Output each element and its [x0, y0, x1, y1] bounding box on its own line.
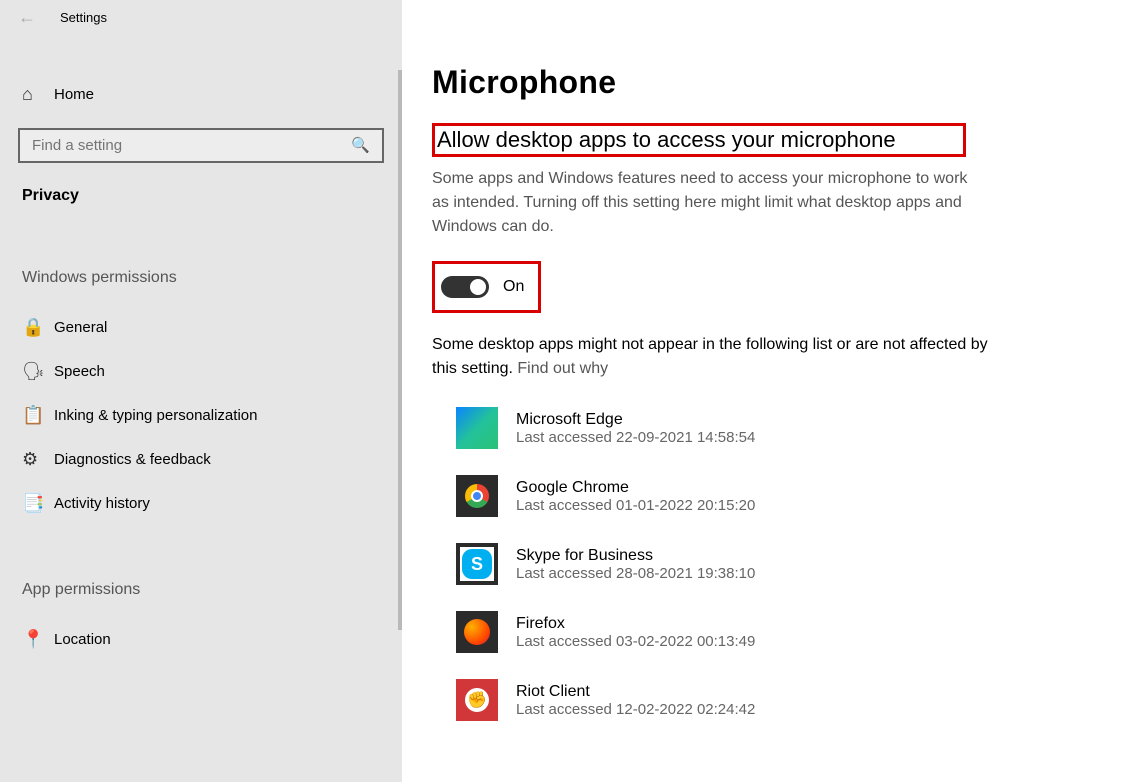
app-icon	[456, 611, 498, 653]
note-text: Some desktop apps might not appear in th…	[432, 333, 992, 381]
inking-icon: 📋	[22, 405, 54, 426]
history-icon: 📑	[22, 493, 54, 514]
list-item: ✊ Riot ClientLast accessed 12-02-2022 02:…	[456, 679, 1101, 721]
app-name: Firefox	[516, 615, 755, 633]
sidebar-item-label: Speech	[54, 363, 105, 380]
main-panel: Microphone Allow desktop apps to access …	[402, 0, 1131, 782]
sidebar-item-activity-history[interactable]: 📑Activity history	[0, 481, 402, 525]
diagnostics-icon: ⚙	[22, 449, 54, 470]
sidebar-item-label: Activity history	[54, 495, 150, 512]
list-item: S Skype for BusinessLast accessed 28-08-2…	[456, 543, 1101, 585]
sidebar-current: Privacy	[0, 167, 402, 213]
titlebar: ← Settings	[0, 0, 402, 34]
location-icon: 📍	[22, 629, 54, 650]
sidebar: ← Settings ⌂ Home 🔍 Privacy Windows perm…	[0, 0, 402, 782]
app-name: Skype for Business	[516, 547, 755, 565]
sub-heading: Allow desktop apps to access your microp…	[435, 126, 963, 154]
list-item: Microsoft EdgeLast accessed 22-09-2021 1…	[456, 407, 1101, 449]
search-input[interactable]	[18, 128, 384, 163]
scrollbar[interactable]	[398, 70, 402, 630]
sidebar-section-app-permissions: App permissions	[0, 525, 402, 617]
note-body: Some desktop apps might not appear in th…	[432, 336, 988, 377]
app-name: Google Chrome	[516, 479, 755, 497]
app-last-accessed: Last accessed 03-02-2022 00:13:49	[516, 633, 755, 650]
sidebar-section-windows-permissions: Windows permissions	[0, 213, 402, 305]
app-last-accessed: Last accessed 28-08-2021 19:38:10	[516, 565, 755, 582]
app-last-accessed: Last accessed 12-02-2022 02:24:42	[516, 701, 755, 718]
window-title: Settings	[60, 10, 107, 25]
list-item: FirefoxLast accessed 03-02-2022 00:13:49	[456, 611, 1101, 653]
page-title: Microphone	[432, 64, 1101, 101]
speech-icon: 🗣	[22, 361, 54, 382]
find-out-why-link[interactable]: Find out why	[517, 360, 608, 377]
desktop-apps-list: Microsoft EdgeLast accessed 22-09-2021 1…	[432, 407, 1101, 721]
sidebar-item-label: General	[54, 319, 107, 336]
description-text: Some apps and Windows features need to a…	[432, 167, 988, 239]
sidebar-item-general[interactable]: 🔒General	[0, 305, 402, 349]
sidebar-item-label: Location	[54, 631, 111, 648]
highlight-subheading: Allow desktop apps to access your microp…	[432, 123, 966, 157]
home-icon: ⌂	[22, 84, 54, 105]
app-icon: S	[456, 543, 498, 585]
sidebar-item-location[interactable]: 📍Location	[0, 617, 402, 661]
sidebar-item-label: Home	[54, 86, 94, 103]
microphone-access-toggle[interactable]	[441, 276, 489, 298]
app-icon: ✊	[456, 679, 498, 721]
app-name: Microsoft Edge	[516, 411, 755, 429]
sidebar-item-diagnostics-feedback[interactable]: ⚙Diagnostics & feedback	[0, 437, 402, 481]
sidebar-item-label: Inking & typing personalization	[54, 407, 257, 424]
app-icon	[456, 475, 498, 517]
sidebar-item-speech[interactable]: 🗣Speech	[0, 349, 402, 393]
search-wrap: 🔍	[0, 116, 402, 167]
app-last-accessed: Last accessed 01-01-2022 20:15:20	[516, 497, 755, 514]
toggle-label: On	[503, 278, 524, 296]
sidebar-item-inking-typing-personalization[interactable]: 📋Inking & typing personalization	[0, 393, 402, 437]
lock-icon: 🔒	[22, 317, 54, 338]
app-name: Riot Client	[516, 683, 755, 701]
app-last-accessed: Last accessed 22-09-2021 14:58:54	[516, 429, 755, 446]
highlight-toggle: On	[432, 261, 541, 313]
sidebar-item-home[interactable]: ⌂ Home	[0, 72, 402, 116]
list-item: Google ChromeLast accessed 01-01-2022 20…	[456, 475, 1101, 517]
sidebar-item-label: Diagnostics & feedback	[54, 451, 211, 468]
back-icon[interactable]: ←	[18, 7, 36, 28]
app-icon	[456, 407, 498, 449]
